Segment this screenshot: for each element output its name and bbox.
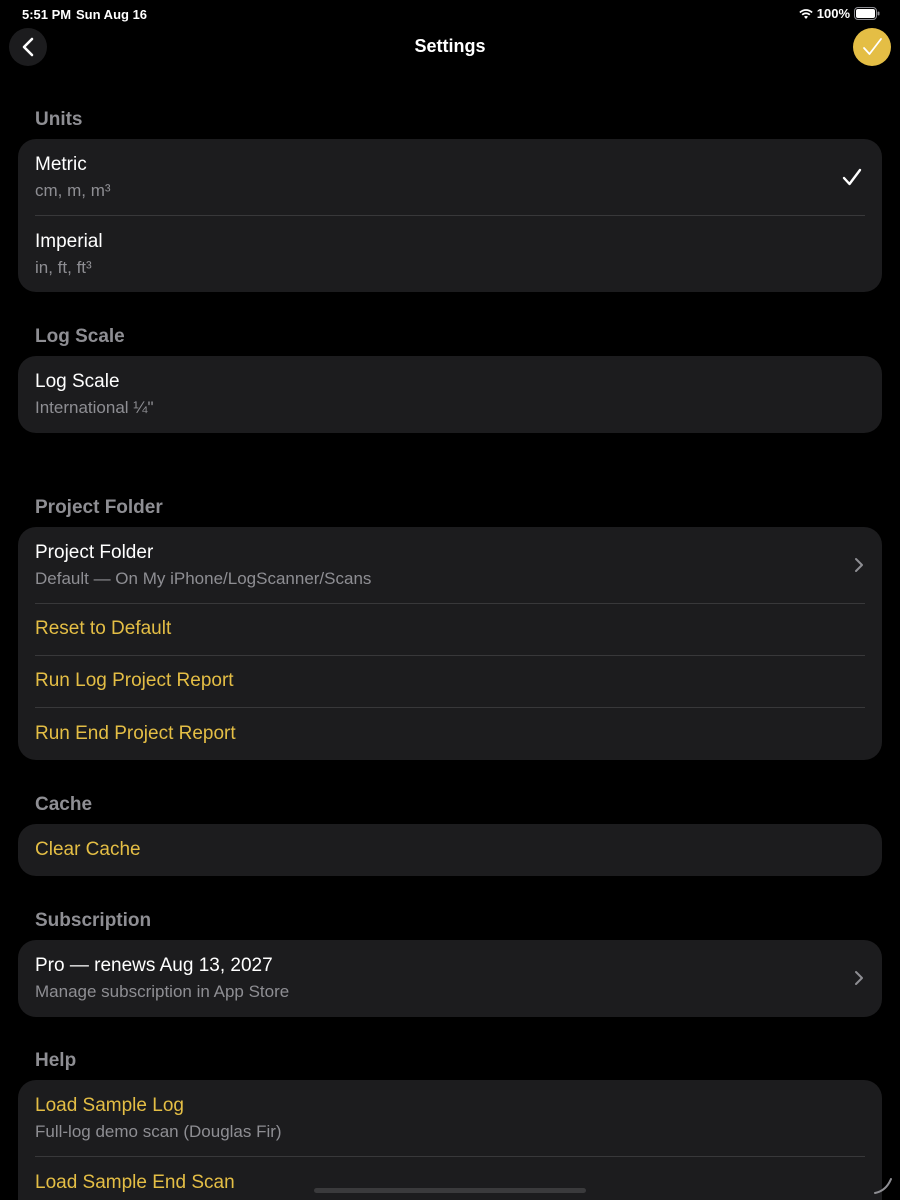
page-title: Settings <box>414 36 486 56</box>
project-folder-title: Project Folder <box>35 542 154 563</box>
load-sample-end-scan-row[interactable]: Load Sample End Scan <box>18 1156 882 1200</box>
units-row-imperial[interactable]: Imperial in, ft, ft³ <box>18 215 882 292</box>
wifi-icon <box>799 8 813 19</box>
log-scale-group: Log Scale International ¼" <box>18 356 882 433</box>
chevron-right-icon <box>855 971 863 985</box>
subscription-row[interactable]: Pro — renews Aug 13, 2027 Manage subscri… <box>18 940 882 1017</box>
battery-icon <box>854 7 880 20</box>
subscription-section-header: Subscription <box>35 910 152 931</box>
cache-section-header: Cache <box>35 794 93 815</box>
imperial-subtitle: in, ft, ft³ <box>35 258 92 277</box>
project-folder-path: Default — On My iPhone/LogScanner/Scans <box>35 569 372 588</box>
run-end-report-row[interactable]: Run End Project Report <box>18 707 882 760</box>
run-log-report-row[interactable]: Run Log Project Report <box>18 655 882 707</box>
status-indicators: 100% <box>799 6 880 21</box>
status-time: 5:51 PM <box>22 7 72 22</box>
clear-cache-row[interactable]: Clear Cache <box>18 824 882 876</box>
project-folder-group: Project Folder Default — On My iPhone/Lo… <box>18 527 882 760</box>
reset-to-default-button[interactable]: Reset to Default <box>35 618 171 640</box>
checkmark-icon <box>842 168 862 186</box>
cache-group: Clear Cache <box>18 824 882 876</box>
project-folder-section-header: Project Folder <box>35 497 163 518</box>
status-bar: 5:51 PM Sun Aug 16 100% <box>0 0 900 28</box>
log-scale-section-header: Log Scale <box>35 326 125 347</box>
subscription-subtitle: Manage subscription in App Store <box>35 982 290 1001</box>
units-group: Metric cm, m, m³ Imperial in, ft, ft³ <box>18 139 882 292</box>
battery-percentage: 100% <box>816 6 850 21</box>
project-folder-row[interactable]: Project Folder Default — On My iPhone/Lo… <box>18 527 882 603</box>
units-section-header: Units <box>35 109 83 130</box>
log-scale-title: Log Scale <box>35 371 120 392</box>
imperial-title: Imperial <box>35 231 103 252</box>
help-section-header: Help <box>35 1050 77 1071</box>
units-row-metric[interactable]: Metric cm, m, m³ <box>18 139 882 215</box>
checkmark-icon <box>863 38 882 55</box>
load-sample-log-button[interactable]: Load Sample Log <box>35 1095 184 1117</box>
load-sample-log-row[interactable]: Load Sample Log Full-log demo scan (Doug… <box>18 1080 882 1156</box>
done-button[interactable] <box>853 28 891 66</box>
run-log-project-report-button[interactable]: Run Log Project Report <box>35 670 234 692</box>
subscription-title: Pro — renews Aug 13, 2027 <box>35 955 273 976</box>
resize-corner-icon <box>874 1178 892 1194</box>
home-indicator <box>314 1188 586 1193</box>
load-sample-end-scan-button[interactable]: Load Sample End Scan <box>35 1172 235 1194</box>
metric-subtitle: cm, m, m³ <box>35 181 111 200</box>
run-end-project-report-button[interactable]: Run End Project Report <box>35 723 236 745</box>
reset-to-default-row[interactable]: Reset to Default <box>18 603 882 655</box>
load-sample-log-subtitle: Full-log demo scan (Douglas Fir) <box>35 1122 282 1141</box>
clear-cache-button[interactable]: Clear Cache <box>35 839 141 861</box>
help-group: Load Sample Log Full-log demo scan (Doug… <box>18 1080 882 1200</box>
settings-screen: 5:51 PM Sun Aug 16 100% Settings Units M… <box>0 0 900 1200</box>
subscription-group: Pro — renews Aug 13, 2027 Manage subscri… <box>18 940 882 1017</box>
log-scale-row[interactable]: Log Scale International ¼" <box>18 356 882 433</box>
metric-title: Metric <box>35 154 87 175</box>
log-scale-value: International ¼" <box>35 398 154 417</box>
chevron-right-icon <box>855 558 863 572</box>
status-date: Sun Aug 16 <box>76 7 148 22</box>
